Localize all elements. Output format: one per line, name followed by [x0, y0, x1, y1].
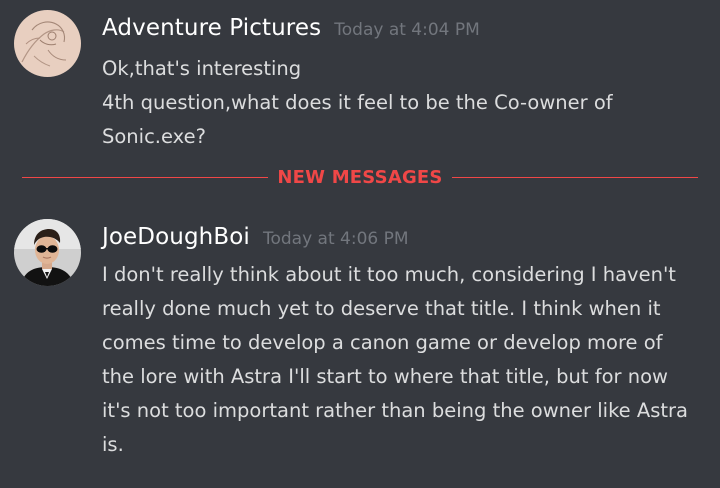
- sketch-avatar-image: [14, 10, 81, 77]
- username[interactable]: JoeDoughBoi: [102, 224, 250, 250]
- message-header: JoeDoughBoi Today at 4:06 PM: [102, 224, 409, 250]
- message-line: really done much yet to deserve that tit…: [102, 297, 661, 320]
- message-line: Ok,that's interesting: [102, 57, 302, 80]
- timestamp[interactable]: Today at 4:04 PM: [334, 20, 480, 40]
- message-line: 4th question,what does it feel to be the…: [102, 91, 613, 114]
- message-line: Sonic.exe?: [102, 125, 206, 148]
- timestamp[interactable]: Today at 4:06 PM: [263, 229, 409, 249]
- username[interactable]: Adventure Pictures: [102, 15, 321, 41]
- message-line: it's not too important rather than being…: [102, 399, 688, 422]
- divider-rule-right: [452, 177, 698, 178]
- message-content: I don't really think about it too much, …: [102, 258, 714, 462]
- new-messages-divider: NEW MESSAGES: [22, 165, 698, 191]
- message-line: comes time to develop a canon game or de…: [102, 331, 663, 354]
- message-group-2: JoeDoughBoi Today at 4:06 PM I don't rea…: [0, 205, 720, 488]
- photo-avatar-image: [14, 219, 81, 286]
- message-line: the lore with Astra I'll start to where …: [102, 365, 668, 388]
- user-avatar-sketch[interactable]: [14, 10, 81, 77]
- new-messages-label: NEW MESSAGES: [277, 167, 443, 188]
- message-header: Adventure Pictures Today at 4:04 PM: [102, 15, 480, 41]
- message-content: Ok,that's interesting 4th question,what …: [102, 52, 714, 154]
- message-group-1: Adventure Pictures Today at 4:04 PM Ok,t…: [0, 0, 720, 160]
- user-avatar-photo[interactable]: [14, 219, 81, 286]
- message-line: is.: [102, 433, 124, 456]
- message-line: I don't really think about it too much, …: [102, 263, 676, 286]
